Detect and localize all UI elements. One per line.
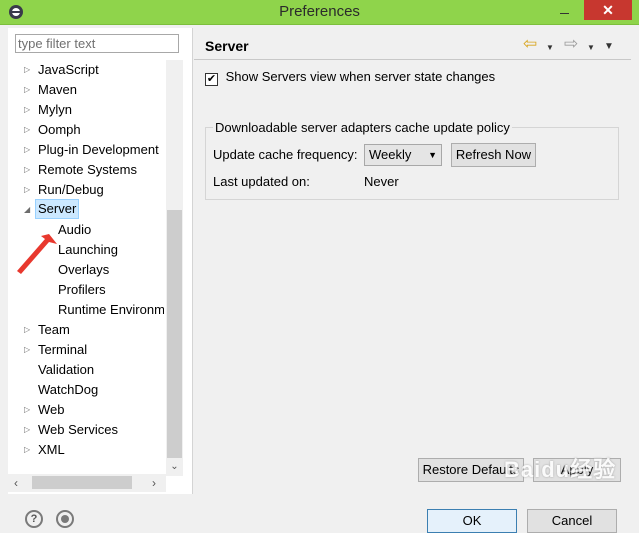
chevron-down-icon: ▼ — [428, 150, 437, 160]
expand-icon[interactable]: ▷ — [24, 180, 30, 200]
record-icon[interactable] — [56, 510, 74, 528]
view-menu-icon[interactable]: ▼ — [604, 39, 614, 55]
show-servers-label: Show Servers view when server state chan… — [225, 69, 496, 84]
update-frequency-select[interactable]: Weekly ▼ — [364, 144, 442, 166]
expand-icon[interactable]: ▷ — [24, 140, 30, 160]
tree-horizontal-scrollbar[interactable]: ‹ › — [8, 474, 166, 492]
scroll-down-icon[interactable]: ⌄ — [166, 458, 183, 476]
expand-icon[interactable]: ▷ — [24, 100, 30, 120]
annotation-arrow-icon — [17, 234, 57, 274]
tree-item-label: Terminal — [38, 342, 88, 357]
tree-vertical-scrollbar[interactable]: ⌄ — [166, 60, 183, 476]
tree-item-label: Maven — [38, 82, 78, 97]
help-icon[interactable]: ? — [25, 510, 43, 528]
cancel-button[interactable]: Cancel — [527, 509, 617, 533]
update-frequency-value: Weekly — [369, 147, 412, 162]
preferences-tree-panel: ▷ JavaScript ▷ Maven ▷ Mylyn ▷ Oomph ▷ P… — [8, 28, 193, 494]
dialog-footer: ? OK Cancel — [0, 496, 639, 533]
tree-item-audio[interactable]: Audio — [58, 220, 91, 240]
expand-icon[interactable]: ▷ — [24, 120, 30, 140]
last-updated-value: Never — [364, 174, 399, 189]
refresh-now-button[interactable]: Refresh Now — [451, 143, 536, 167]
tree-item-label: Profilers — [58, 282, 106, 297]
expand-icon[interactable]: ▷ — [24, 440, 30, 460]
tree-item-label: WatchDog — [38, 382, 99, 397]
server-preferences-page: Server ⇦ ▼ ⇨ ▼ ▼ ✔ Show Servers view whe… — [194, 28, 631, 494]
tree-item-label: Run/Debug — [38, 182, 104, 197]
back-history-dropdown-icon[interactable]: ▼ — [546, 40, 554, 56]
header-separator — [194, 59, 631, 60]
horizontal-scroll-thumb[interactable] — [32, 476, 132, 489]
expand-icon[interactable]: ▷ — [24, 160, 30, 180]
back-arrow-icon[interactable]: ⇦ — [523, 35, 537, 52]
tree-item-validation[interactable]: Validation — [38, 360, 94, 380]
tree-item-launching[interactable]: Launching — [58, 240, 118, 260]
group-title: Downloadable server adapters cache updat… — [213, 120, 512, 135]
expand-icon[interactable]: ▷ — [24, 60, 30, 80]
tree-item-label: Remote Systems — [38, 162, 137, 177]
expand-icon[interactable]: ▷ — [24, 80, 30, 100]
scroll-left-icon[interactable]: ‹ — [8, 474, 24, 492]
tree-item-label: Mylyn — [38, 102, 72, 117]
tree-item-label: Audio — [58, 222, 92, 237]
tree-item-label-selected: Server — [35, 199, 80, 219]
tree-item-label: JavaScript — [38, 62, 99, 77]
title-bar: Preferences ✕ — [0, 0, 639, 25]
collapse-icon[interactable]: ◢ — [24, 200, 30, 220]
baidu-watermark: Baidu经验 — [504, 457, 617, 482]
last-updated-label: Last updated on: — [213, 174, 310, 189]
tree-item-label: Validation — [38, 362, 95, 377]
tree-item-label: Overlays — [58, 262, 110, 277]
update-frequency-label: Update cache frequency: — [213, 147, 358, 162]
tree-item-profilers[interactable]: Profilers — [58, 280, 106, 300]
tree-item-label: Oomph — [38, 122, 81, 137]
tree-item-label: Plug-in Development — [38, 142, 159, 157]
tree-item-label: Web Services — [38, 422, 118, 437]
minimize-button[interactable] — [552, 2, 576, 22]
expand-icon[interactable]: ▷ — [24, 420, 30, 440]
tree-item-label: XML — [38, 442, 65, 457]
window-title: Preferences — [279, 3, 360, 20]
expand-icon[interactable]: ▷ — [24, 320, 30, 340]
tree-item-watchdog[interactable]: WatchDog — [38, 380, 98, 400]
ok-button[interactable]: OK — [427, 509, 517, 533]
tree-item-overlays[interactable]: Overlays — [58, 260, 109, 280]
show-servers-checkbox[interactable]: ✔ — [205, 73, 218, 86]
expand-icon[interactable]: ▷ — [24, 400, 30, 420]
vertical-scroll-thumb[interactable] — [167, 210, 182, 458]
tree-item-label: Launching — [58, 242, 118, 257]
scroll-right-icon[interactable]: › — [146, 474, 162, 492]
cache-policy-group: Downloadable server adapters cache updat… — [205, 120, 619, 200]
expand-icon[interactable]: ▷ — [24, 340, 30, 360]
tree-item-label: Web — [38, 402, 65, 417]
tree-item-label: Team — [38, 322, 70, 337]
close-button[interactable]: ✕ — [584, 0, 632, 20]
tree-item-runtime-environments[interactable]: Runtime Environm — [58, 300, 164, 320]
forward-history-dropdown-icon[interactable]: ▼ — [587, 40, 595, 56]
show-servers-option[interactable]: ✔ Show Servers view when server state ch… — [205, 68, 495, 86]
page-title: Server — [205, 38, 249, 54]
tree-item-label: Runtime Environm — [58, 302, 164, 317]
forward-arrow-icon[interactable]: ⇨ — [564, 35, 578, 52]
filter-input[interactable] — [15, 34, 179, 53]
